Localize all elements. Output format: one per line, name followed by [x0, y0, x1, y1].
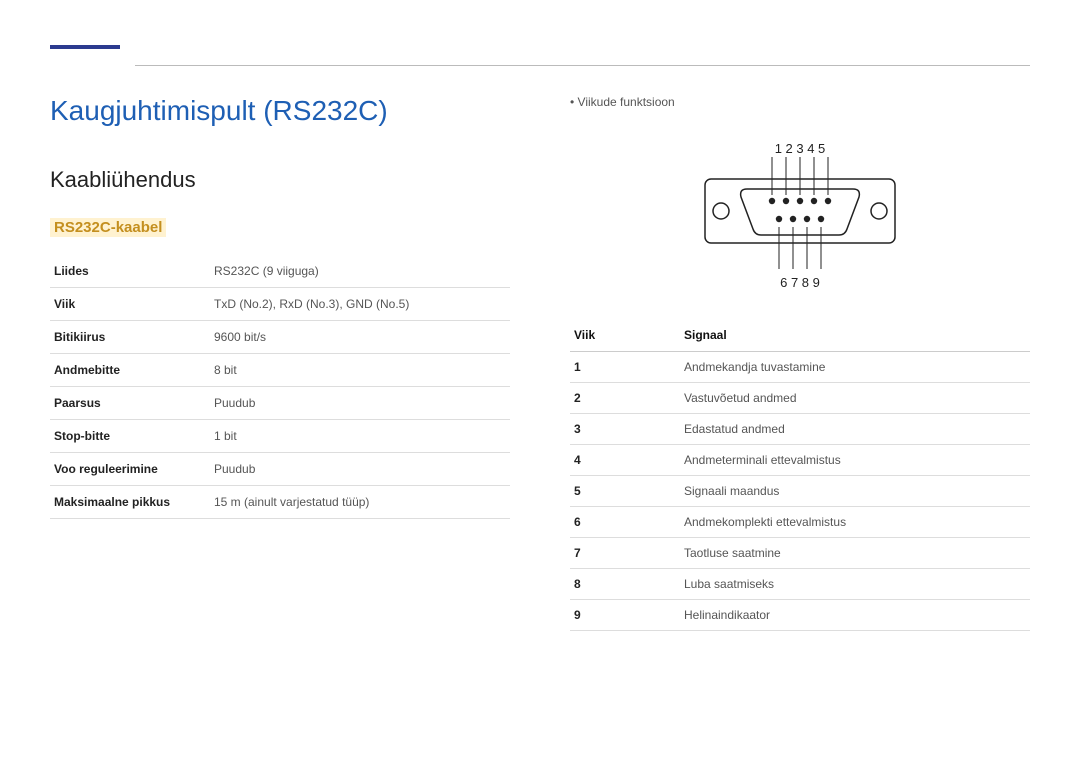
spec-value: RS232C (9 viiguga) [210, 255, 510, 288]
pin-number: 6 [570, 507, 680, 538]
section-heading: Kaabliühendus [50, 167, 510, 193]
pin-signal: Luba saatmiseks [680, 569, 1030, 600]
table-row: Maksimaalne pikkus15 m (ainult varjestat… [50, 486, 510, 519]
spec-label: Viik [50, 288, 210, 321]
spec-label: Stop-bitte [50, 420, 210, 453]
right-column: Viikude funktsioon 1 2 3 4 5 [570, 95, 1030, 631]
spec-table: LiidesRS232C (9 viiguga)ViikTxD (No.2), … [50, 255, 510, 519]
spec-label: Andmebitte [50, 354, 210, 387]
spec-label: Maksimaalne pikkus [50, 486, 210, 519]
horizontal-rule [135, 65, 1030, 66]
table-row: Stop-bitte1 bit [50, 420, 510, 453]
table-row: 3Edastatud andmed [570, 414, 1030, 445]
pin-signal: Taotluse saatmine [680, 538, 1030, 569]
pin-number: 4 [570, 445, 680, 476]
pin-number: 8 [570, 569, 680, 600]
table-row: 7Taotluse saatmine [570, 538, 1030, 569]
table-row: Bitikiirus9600 bit/s [50, 321, 510, 354]
bottom-pin-numbers: 6 7 8 9 [780, 275, 820, 290]
table-row: 1Andmekandja tuvastamine [570, 352, 1030, 383]
pin-signal: Andmekomplekti ettevalmistus [680, 507, 1030, 538]
spec-value: Puudub [210, 387, 510, 420]
pin-number: 1 [570, 352, 680, 383]
table-row: 9Helinaindikaator [570, 600, 1030, 631]
pin-signal: Edastatud andmed [680, 414, 1030, 445]
pin-number: 3 [570, 414, 680, 445]
table-row: 2Vastuvõetud andmed [570, 383, 1030, 414]
table-row: ViikTxD (No.2), RxD (No.3), GND (No.5) [50, 288, 510, 321]
db9-connector-diagram: 1 2 3 4 5 [570, 139, 1030, 299]
table-row: 5Signaali maandus [570, 476, 1030, 507]
db9-icon: 1 2 3 4 5 [695, 139, 905, 299]
spec-value: 1 bit [210, 420, 510, 453]
pin-table: 1Andmekandja tuvastamine2Vastuvõetud and… [570, 352, 1030, 631]
table-row: LiidesRS232C (9 viiguga) [50, 255, 510, 288]
top-pin-numbers: 1 2 3 4 5 [775, 141, 826, 156]
page-title: Kaugjuhtimispult (RS232C) [50, 95, 510, 127]
subsection-heading: RS232C-kaabel [50, 218, 166, 237]
pin-number: 9 [570, 600, 680, 631]
pin-number: 5 [570, 476, 680, 507]
pin-header-pin: Viik [574, 328, 684, 342]
table-row: 8Luba saatmiseks [570, 569, 1030, 600]
table-row: Andmebitte8 bit [50, 354, 510, 387]
pin-signal: Andmeterminali ettevalmistus [680, 445, 1030, 476]
pin-signal: Signaali maandus [680, 476, 1030, 507]
table-row: 6Andmekomplekti ettevalmistus [570, 507, 1030, 538]
left-column: Kaugjuhtimispult (RS232C) Kaabliühendus … [50, 95, 510, 631]
spec-label: Liides [50, 255, 210, 288]
pin-signal: Vastuvõetud andmed [680, 383, 1030, 414]
table-row: PaarsusPuudub [50, 387, 510, 420]
spec-label: Bitikiirus [50, 321, 210, 354]
pin-number: 2 [570, 383, 680, 414]
table-row: 4Andmeterminali ettevalmistus [570, 445, 1030, 476]
spec-value: Puudub [210, 453, 510, 486]
page-content: Kaugjuhtimispult (RS232C) Kaabliühendus … [50, 95, 1030, 631]
spec-value: 9600 bit/s [210, 321, 510, 354]
pin-signal: Andmekandja tuvastamine [680, 352, 1030, 383]
spec-value: TxD (No.2), RxD (No.3), GND (No.5) [210, 288, 510, 321]
spec-label: Voo reguleerimine [50, 453, 210, 486]
spec-value: 15 m (ainult varjestatud tüüp) [210, 486, 510, 519]
spec-label: Paarsus [50, 387, 210, 420]
accent-bar [50, 45, 120, 49]
table-row: Voo reguleeriminePuudub [50, 453, 510, 486]
pin-signal: Helinaindikaator [680, 600, 1030, 631]
pin-function-label: Viikude funktsioon [570, 95, 1030, 109]
spec-value: 8 bit [210, 354, 510, 387]
pin-header-signal: Signaal [684, 328, 1026, 342]
pin-number: 7 [570, 538, 680, 569]
pin-table-header: Viik Signaal [570, 319, 1030, 352]
